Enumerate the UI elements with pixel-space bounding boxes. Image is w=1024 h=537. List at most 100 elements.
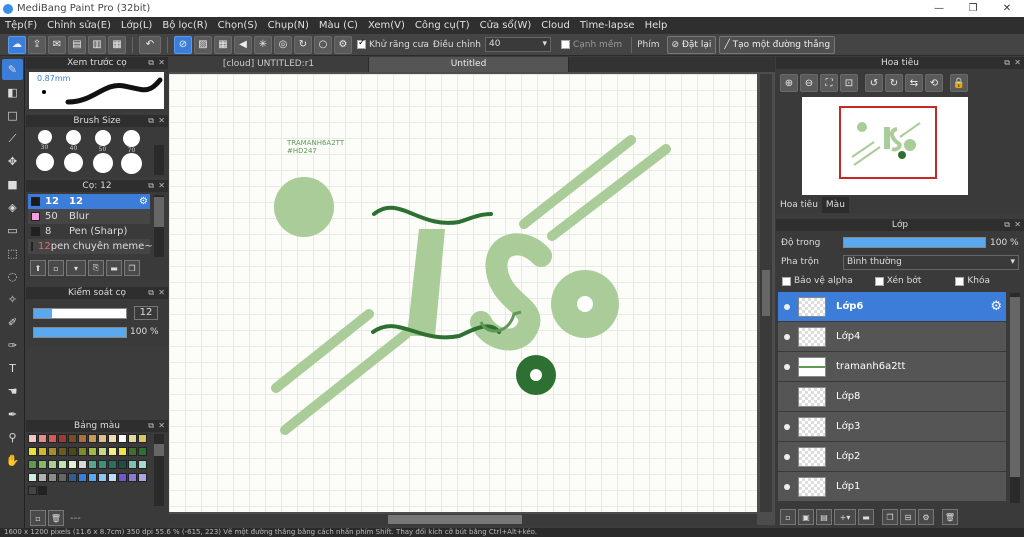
palette-swatch[interactable] xyxy=(108,434,117,443)
popout-icon[interactable]: ⧉ xyxy=(148,420,154,432)
layer-settings-icon[interactable]: ⚙ xyxy=(918,509,934,525)
snap-cross-icon[interactable]: ▦ xyxy=(214,35,232,54)
layer-row-lop8[interactable]: Lớp8 xyxy=(778,382,1006,411)
palette-swatch[interactable] xyxy=(118,473,127,482)
vertical-scrollbar[interactable] xyxy=(760,74,772,512)
blend-select[interactable]: Bình thường ▾ xyxy=(843,255,1019,270)
brush-size-item[interactable] xyxy=(30,153,59,173)
minimize-button[interactable]: — xyxy=(922,0,956,17)
layer-row-lop3[interactable]: Lớp3 xyxy=(778,412,1006,441)
add-layer-menu-icon[interactable]: +▾ xyxy=(834,509,856,525)
palette-swatch[interactable] xyxy=(88,447,97,456)
clipping-checkbox[interactable] xyxy=(874,276,884,286)
visibility-icon[interactable] xyxy=(784,423,790,430)
palette-swatch[interactable] xyxy=(38,447,47,456)
palette-swatch[interactable] xyxy=(28,486,37,495)
brush-list-scrollbar[interactable] xyxy=(154,195,164,257)
close-icon[interactable]: ✕ xyxy=(158,57,165,69)
menu-tools[interactable]: Công cụ(T) xyxy=(410,20,475,31)
folder-icon[interactable]: ▬ xyxy=(106,260,122,276)
close-icon[interactable]: ✕ xyxy=(158,287,165,299)
lock-checkbox[interactable] xyxy=(955,276,965,286)
line-tool-icon[interactable]: ⟋ xyxy=(2,128,23,149)
operation-tool-icon[interactable]: ☚ xyxy=(2,381,23,402)
zoom-out-icon[interactable]: ⊖ xyxy=(800,74,818,92)
palette-swatch[interactable] xyxy=(118,447,127,456)
new-8bit-layer-icon[interactable]: ▤ xyxy=(816,509,832,525)
brush-size-item[interactable] xyxy=(59,153,88,173)
palette-swatch[interactable] xyxy=(138,447,147,456)
palette-swatch[interactable] xyxy=(28,473,37,482)
palette-swatch[interactable] xyxy=(78,460,87,469)
fill-rect-tool-icon[interactable]: ■ xyxy=(2,174,23,195)
actual-size-icon[interactable]: ⊡ xyxy=(840,74,858,92)
palette-swatch[interactable] xyxy=(48,447,57,456)
menu-view[interactable]: Xem(V) xyxy=(363,20,410,31)
palette-swatch[interactable] xyxy=(58,473,67,482)
brush-item-pen-meme[interactable]: 12 pen chuyên meme~ xyxy=(28,239,153,254)
palette-scrollbar[interactable] xyxy=(154,434,164,506)
share-icon[interactable]: ⇪ xyxy=(28,35,46,54)
menu-filter[interactable]: Bộ lọc(R) xyxy=(157,20,212,31)
palette-swatch[interactable] xyxy=(88,473,97,482)
palette-swatch[interactable] xyxy=(38,486,47,495)
palette-swatch[interactable] xyxy=(58,460,67,469)
move-tool-icon[interactable]: ✥ xyxy=(2,151,23,172)
brush-copy-icon[interactable]: ⎘ xyxy=(88,260,104,276)
brush-size-item[interactable]: 40 xyxy=(59,130,88,152)
snap-ellipse-icon[interactable]: ○ xyxy=(314,35,332,54)
brush-size-item[interactable]: 30 xyxy=(30,130,59,152)
comment-icon[interactable]: ✉ xyxy=(48,35,66,54)
duplicate-icon[interactable]: ❐ xyxy=(124,260,140,276)
brush-item-12[interactable]: 12 12 ⚙ xyxy=(28,194,150,209)
palette-swatch[interactable] xyxy=(38,473,47,482)
palette-swatch[interactable] xyxy=(98,460,107,469)
layer-scrollbar[interactable] xyxy=(1010,293,1020,503)
straight-line-button[interactable]: ╱ Tạo một đường thẳng xyxy=(719,35,836,54)
close-icon[interactable]: ✕ xyxy=(1014,219,1021,231)
pipette-tool-icon[interactable]: ⚲ xyxy=(2,427,23,448)
merge-layer-icon[interactable]: ⊟ xyxy=(900,509,916,525)
palette-swatch[interactable] xyxy=(28,434,37,443)
brush-item-pen-sharp[interactable]: 8 Pen (Sharp) xyxy=(28,224,150,239)
new-brush-icon[interactable]: ▫ xyxy=(48,260,64,276)
menu-color[interactable]: Màu (C) xyxy=(314,20,363,31)
tab-navigator[interactable]: Hoa tiêu xyxy=(776,197,822,213)
menu-layer[interactable]: Lớp(L) xyxy=(116,20,157,31)
fit-icon[interactable]: ⛶ xyxy=(820,74,838,92)
zoom-in-icon[interactable]: ⊕ xyxy=(780,74,798,92)
palette-swatch[interactable] xyxy=(78,473,87,482)
adjust-select[interactable]: 40 ▾ xyxy=(484,37,551,52)
palette-swatch[interactable] xyxy=(138,473,147,482)
new-halftone-layer-icon[interactable]: ▣ xyxy=(798,509,814,525)
layer-row-lop1[interactable]: Lớp1 xyxy=(778,472,1006,501)
palette-swatch[interactable] xyxy=(138,460,147,469)
tab-cloud-untitled[interactable]: [cloud] UNTITLED:r1 xyxy=(169,57,369,72)
layer-row-lop2[interactable]: Lớp2 xyxy=(778,442,1006,471)
rect-tool-icon[interactable]: □ xyxy=(2,105,23,126)
palette-swatch[interactable] xyxy=(108,460,117,469)
flip-icon[interactable]: ⇆ xyxy=(905,74,923,92)
brush-size-value[interactable]: 12 xyxy=(134,306,158,320)
gradient-tool-icon[interactable]: ▭ xyxy=(2,220,23,241)
panel-icon[interactable]: ▥ xyxy=(88,35,106,54)
snap-circle-icon[interactable]: ◎ xyxy=(274,35,292,54)
palette-swatch[interactable] xyxy=(68,460,77,469)
layer-row-tramanh[interactable]: tramanh6a2tt xyxy=(778,352,1006,381)
palette-swatch[interactable] xyxy=(28,460,37,469)
brush-opacity-slider[interactable] xyxy=(33,327,127,338)
close-icon[interactable]: ✕ xyxy=(158,115,165,127)
visibility-icon[interactable] xyxy=(784,483,790,490)
brush-size-slider[interactable] xyxy=(33,308,127,319)
brush-add-icon[interactable]: ⬆ xyxy=(30,260,46,276)
menu-snap[interactable]: Chụp(N) xyxy=(263,20,314,31)
palette-swatch[interactable] xyxy=(58,434,67,443)
palette-swatch[interactable] xyxy=(128,460,137,469)
menu-cloud[interactable]: Cloud xyxy=(536,20,575,31)
new-layer-icon[interactable]: ▫ xyxy=(780,509,796,525)
palette-swatch[interactable] xyxy=(108,447,117,456)
cloud-icon[interactable]: ☁ xyxy=(8,35,26,54)
menu-help[interactable]: Help xyxy=(640,20,673,31)
trash-icon[interactable]: 🗑 xyxy=(48,510,64,526)
palette-swatch[interactable] xyxy=(38,434,47,443)
